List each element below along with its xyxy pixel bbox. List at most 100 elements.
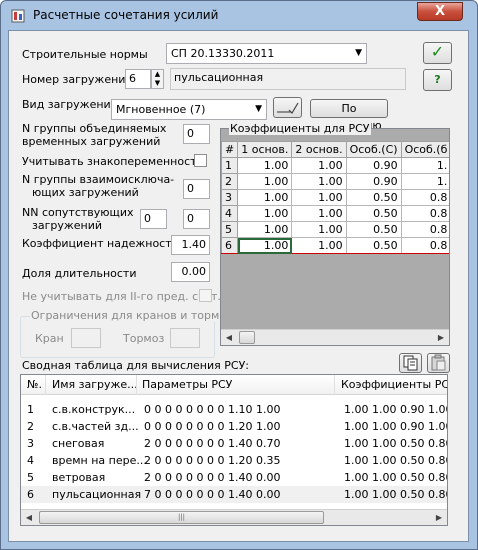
paste-button[interactable] (427, 353, 450, 373)
load-number-field[interactable]: 6 (125, 69, 151, 89)
coef-cell[interactable]: 0.50 (345, 205, 402, 222)
summary-row-num: 2 (27, 420, 34, 433)
combined-group-field[interactable]: 0 (183, 124, 210, 144)
coef-cell[interactable]: 1.00 (291, 157, 347, 174)
ok-button[interactable]: ✓ (423, 42, 452, 64)
summary-col-num[interactable]: №. (27, 378, 42, 391)
coef-cell[interactable]: 1.00 (291, 173, 347, 190)
coef-cell[interactable]: 0.90 (345, 173, 402, 190)
coef-cell[interactable]: 1.00 (291, 205, 347, 222)
default-button[interactable]: По умолчанию (310, 99, 388, 132)
summary-row-num: 4 (27, 454, 34, 467)
scroll-left-icon[interactable]: ◀ (221, 330, 237, 345)
coef-row[interactable]: 1 1.00 1.00 0.90 1. (221, 157, 449, 174)
coef-cell[interactable]: 1.00 (237, 173, 293, 190)
summary-row-name: с.в.частей зд... (52, 420, 139, 433)
reliability-label: Коэффициент надежности (22, 237, 179, 250)
summary-row-selected[interactable]: 6 пульсационная 7 0 0 0 0 0 0 0 1.40 0.0… (21, 486, 448, 503)
accompanying-label-1: NN сопутствующих (22, 206, 134, 219)
apply-type-button[interactable] (273, 97, 302, 118)
coef-header-row: # 1 основ. 2 основ. Особ.(С) Особ.(б (221, 141, 449, 158)
coef-cell[interactable]: 1.00 (237, 221, 293, 238)
summary-row[interactable]: 2 с.в.частей зд... 0 0 0 0 0 0 0 0 1.20 … (21, 418, 447, 435)
coef-cell[interactable]: 0.50 (345, 221, 402, 238)
coef-row-num: 2 (221, 173, 239, 190)
norms-select[interactable]: СП 20.13330.2011 ▼ (166, 43, 367, 64)
summary-row[interactable]: 4 времн на пере... 2 0 0 0 0 0 0 0 1.20 … (21, 452, 448, 469)
summary-row-name: пульсационная (52, 488, 142, 501)
ignore-second-checkbox[interactable] (199, 289, 212, 302)
summary-row-params: 2 0 0 0 0 0 0 0 1.40 0.00 (144, 471, 281, 484)
coef-cell[interactable]: 0.50 (345, 189, 402, 206)
accompanying-field-1[interactable]: 0 (140, 209, 167, 229)
coef-cell[interactable]: 1.00 (291, 189, 347, 206)
coef-header-special-b: Особ.(б (400, 141, 449, 158)
coef-cell[interactable]: 1.00 (237, 157, 293, 174)
coef-row-active[interactable]: 6 1.00 1.00 0.50 0.8 (221, 237, 449, 254)
coef-cell[interactable]: 1.00 (291, 237, 347, 254)
coef-row[interactable]: 2 1.00 1.00 0.90 1. (221, 173, 449, 190)
scroll-thumb[interactable] (239, 331, 255, 344)
coef-cell[interactable]: 0.8 (400, 205, 449, 222)
close-button[interactable]: X (417, 2, 463, 21)
app-icon (11, 9, 25, 23)
close-icon: X (434, 4, 446, 19)
combined-group-label-1: N группы объединяемых (22, 122, 167, 135)
coefficients-grid[interactable]: # 1 основ. 2 основ. Особ.(С) Особ.(б 1 1.… (220, 128, 450, 346)
summary-hscrollbar[interactable]: ◀ ||| ▶ (21, 509, 447, 525)
summary-row-params: 2 0 0 0 0 0 0 0 1.20 0.35 (144, 454, 281, 467)
coef-cell[interactable]: 1. (400, 157, 449, 174)
scroll-right-icon[interactable]: ▶ (433, 330, 449, 345)
summary-row[interactable]: 5 ветровая 2 0 0 0 0 0 0 0 1.40 0.00 1.0… (21, 469, 447, 486)
exclusive-group-label-1: N группы взаимоисключа- (22, 173, 175, 186)
scroll-right-icon[interactable]: ▶ (431, 510, 447, 525)
coef-cell[interactable]: 0.90 (345, 157, 402, 174)
load-type-select[interactable]: Мгновенное (7) ▼ (111, 99, 267, 120)
spin-up-icon[interactable]: ▲ (152, 70, 163, 79)
coef-cell[interactable]: 0.50 (345, 237, 402, 254)
summary-row-num: 5 (27, 471, 34, 484)
accompanying-field-2[interactable]: 0 (183, 209, 210, 229)
load-number-spinner[interactable]: ▲ ▼ (151, 69, 164, 89)
coef-cell[interactable]: 1.00 (237, 189, 293, 206)
brake-label: Тормоз (123, 332, 165, 345)
coef-cell-current[interactable]: 1.00 (237, 237, 293, 254)
copy-button[interactable] (399, 353, 422, 373)
coef-cell[interactable]: 0.8 (400, 237, 449, 254)
coef-row[interactable]: 3 1.00 1.00 0.50 0.8 (221, 189, 449, 206)
load-name-field: пульсационная (170, 68, 406, 90)
coef-cell[interactable]: 1.00 (291, 221, 347, 238)
coef-header-special-c: Особ.(С) (345, 141, 402, 158)
scroll-left-icon[interactable]: ◀ (21, 510, 37, 525)
coef-cell[interactable]: 0.8 (400, 189, 449, 206)
scroll-thumb[interactable]: ||| (39, 511, 324, 524)
reliability-field[interactable]: 1.40 (171, 235, 210, 255)
summary-row[interactable]: 3 снеговая 2 0 0 0 0 0 0 0 1.40 0.70 1.0… (21, 435, 448, 452)
coef-cell[interactable]: 1. (400, 173, 449, 190)
brake-field (170, 328, 200, 348)
summary-row-num: 1 (27, 403, 34, 416)
coef-cell[interactable]: 1.00 (237, 205, 293, 222)
duration-field[interactable]: 0.00 (171, 262, 210, 282)
exclusive-group-field[interactable]: 0 (183, 179, 210, 199)
spin-down-icon[interactable]: ▼ (152, 79, 163, 88)
summary-title: Сводная таблица для вычисления РСУ: (22, 359, 249, 372)
summary-col-name[interactable]: Имя загруже... (52, 378, 138, 391)
summary-row[interactable]: 1 с.в.конструк... 0 0 0 0 0 0 0 0 1.10 1… (21, 401, 447, 418)
coef-hscrollbar[interactable]: ◀ ▶ (221, 329, 449, 345)
coef-row-num: 6 (221, 237, 239, 254)
summary-row-coefs: 1.00 1.00 0.50 0.80 (344, 437, 448, 450)
summary-col-params[interactable]: Параметры РСУ (142, 378, 232, 391)
summary-col-coefs[interactable]: Коэффициенты РСУ (341, 378, 447, 391)
help-button[interactable]: ? (423, 69, 452, 91)
coef-header-main2: 2 основ. (291, 141, 347, 158)
load-number-label: Номер загружения (22, 73, 133, 86)
coef-cell[interactable]: 0.8 (400, 221, 449, 238)
accompanying-label-2: загружений (32, 219, 103, 232)
sign-change-checkbox[interactable] (194, 154, 207, 167)
summary-row-coefs: 1.00 1.00 0.50 0.80 (344, 454, 448, 467)
summary-row-coefs: 1.00 1.00 0.50 0.80 (344, 488, 448, 501)
coef-row[interactable]: 5 1.00 1.00 0.50 0.8 (221, 221, 449, 238)
summary-list[interactable]: №. Имя загруже... Параметры РСУ Коэффици… (20, 374, 448, 526)
coef-row[interactable]: 4 1.00 1.00 0.50 0.8 (221, 205, 449, 222)
